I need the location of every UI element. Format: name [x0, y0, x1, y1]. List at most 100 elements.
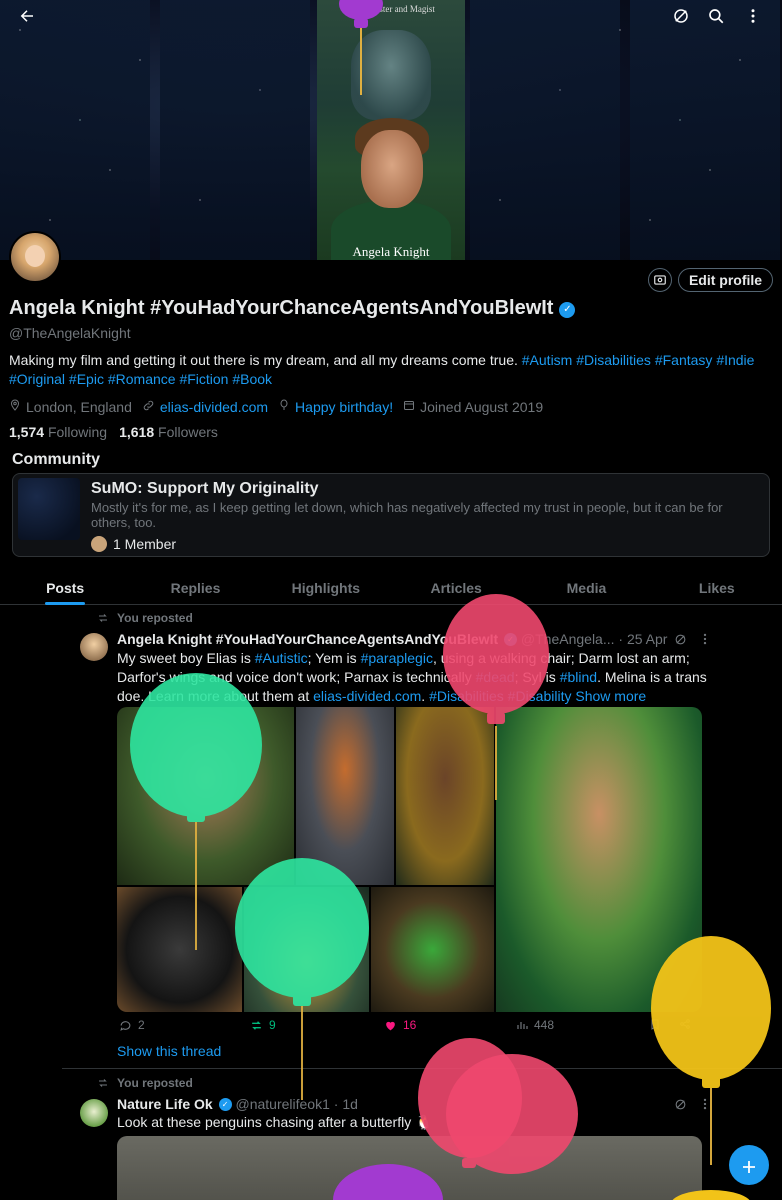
view-count: 448	[534, 1018, 555, 1032]
reply-button[interactable]: 2	[119, 1018, 145, 1032]
verified-badge-icon: ✓	[559, 302, 576, 318]
post-date: · 1d	[333, 1096, 358, 1112]
like-count: 16	[403, 1018, 417, 1032]
repost-indicator: You reposted	[97, 611, 193, 625]
share-button[interactable]	[679, 1018, 691, 1030]
profile-tabs: Posts Replies Highlights Articles Media …	[0, 571, 782, 605]
post-text: Look at these penguins chasing after a b…	[117, 1114, 433, 1130]
media-image-bear[interactable]	[396, 707, 494, 885]
hashtag-link[interactable]: #Disabilities	[576, 352, 651, 368]
bookmark-icon	[651, 1019, 659, 1030]
media-image-elias[interactable]	[117, 707, 294, 885]
hashtag-link[interactable]: #Fantasy	[655, 352, 713, 368]
media-image-fox[interactable]	[296, 707, 394, 885]
profile-name: Angela Knight #YouHadYourChanceAgentsAnd…	[9, 297, 576, 320]
profile-banner[interactable]: Elias Master and Magist Angela Knight	[0, 0, 782, 260]
followers-link[interactable]: 1,618 Followers	[119, 424, 218, 440]
post-link[interactable]: elias-divided.com	[313, 688, 421, 704]
media-image-butterfly[interactable]	[244, 887, 369, 1012]
show-thread-link[interactable]: Show this thread	[117, 1043, 221, 1059]
media-image-snail[interactable]	[371, 887, 494, 1012]
tab-media[interactable]: Media	[521, 571, 651, 604]
community-heading: Community	[12, 451, 100, 468]
hashtag-link[interactable]: #Original	[9, 371, 65, 387]
search-icon[interactable]	[703, 6, 729, 32]
following-label: Following	[47, 424, 108, 440]
post-author-name[interactable]: Nature Life Ok	[117, 1096, 213, 1112]
tab-replies[interactable]: Replies	[130, 571, 260, 604]
heart-icon	[386, 1021, 395, 1030]
profile-meta: London, England elias-divided.com Happy …	[9, 398, 543, 415]
repost-icon	[99, 1079, 107, 1087]
hashtag-link[interactable]: #Epic	[69, 371, 104, 387]
post-author-avatar[interactable]	[80, 1099, 108, 1127]
repost-icon	[99, 614, 107, 622]
location-text: London, England	[26, 398, 132, 415]
post-media-grid[interactable]	[117, 707, 702, 1012]
more-vertical-icon[interactable]	[740, 6, 766, 32]
following-link[interactable]: 1,574 Following	[9, 424, 107, 440]
following-count: 1,574	[9, 424, 45, 440]
show-more-link[interactable]: Show more	[575, 688, 646, 704]
post-text: My sweet boy Elias is #Autistic; Yem is …	[117, 649, 707, 706]
profile-handle: @TheAngelaKnight	[9, 325, 131, 341]
bio-text: Making my film and getting it out there …	[9, 352, 518, 368]
hashtag-link[interactable]: #dead	[476, 669, 515, 685]
hashtag-link[interactable]: #Indie	[716, 352, 754, 368]
post-text-segment: .	[421, 688, 430, 704]
profile-avatar[interactable]	[9, 231, 61, 283]
plus-icon	[743, 1161, 755, 1173]
hashtag-link[interactable]: #Book	[232, 371, 272, 387]
bookmark-button[interactable]	[649, 1018, 661, 1031]
gallery-button[interactable]	[648, 268, 672, 292]
calendar-icon	[403, 399, 415, 414]
tab-likes[interactable]: Likes	[652, 571, 782, 604]
member-avatar	[91, 536, 107, 552]
hashtag-link[interactable]: #Disabilities	[429, 688, 504, 704]
tab-highlights[interactable]: Highlights	[261, 571, 391, 604]
hashtag-link[interactable]: #Romance	[108, 371, 176, 387]
book-cover-image: Elias Master and Magist Angela Knight	[317, 0, 465, 260]
hashtag-link[interactable]: #blind	[560, 669, 597, 685]
community-card[interactable]: SuMO: Support My Originality Mostly it's…	[12, 473, 770, 557]
post-author-avatar[interactable]	[80, 633, 108, 661]
image-gallery-icon	[654, 275, 666, 285]
book-author: Angela Knight	[352, 244, 430, 259]
tab-articles[interactable]: Articles	[391, 571, 521, 604]
compose-post-button[interactable]	[729, 1145, 769, 1185]
media-image-bat[interactable]	[117, 887, 242, 1012]
hashtag-link[interactable]: #Disability	[508, 688, 572, 704]
back-arrow-icon[interactable]	[14, 6, 40, 32]
verified-badge-icon: ✓	[504, 633, 518, 646]
member-count: 1 Member	[113, 536, 177, 552]
repost-button[interactable]: 9	[250, 1018, 276, 1032]
media-image-deer[interactable]	[496, 707, 702, 1012]
post-date: · 25 Apr	[618, 631, 668, 647]
reply-count: 2	[138, 1018, 145, 1032]
post-header: Angela Knight #YouHadYourChanceAgentsAnd…	[117, 631, 667, 647]
like-button[interactable]: 16	[384, 1018, 416, 1032]
verified-badge-icon: ✓	[218, 1098, 232, 1111]
repost-label: You reposted	[117, 611, 193, 625]
post-header: Nature Life Ok ✓ @naturelifeok1 · 1d	[117, 1096, 358, 1112]
tab-posts[interactable]: Posts	[0, 571, 130, 605]
hashtag-link[interactable]: #Autism	[522, 352, 573, 368]
post-author-name[interactable]: Angela Knight #YouHadYourChanceAgentsAnd…	[117, 631, 498, 647]
follow-counts: 1,574 Following 1,618 Followers	[9, 424, 218, 440]
post-video[interactable]	[117, 1136, 702, 1200]
share-icon	[680, 1019, 690, 1029]
joined-text: Joined August 2019	[420, 398, 544, 415]
community-thumbnail	[18, 478, 80, 540]
hashtag-link[interactable]: #Fiction	[179, 371, 228, 387]
hashtag-link[interactable]: #paraplegic	[361, 650, 433, 666]
reply-icon	[120, 1020, 131, 1031]
grok-icon[interactable]	[668, 6, 694, 32]
hashtag-link[interactable]: #Autistic	[255, 650, 308, 666]
community-title: SuMO: Support My Originality	[91, 480, 319, 497]
website-link[interactable]: elias-divided.com	[160, 399, 268, 415]
edit-profile-label: Edit profile	[688, 272, 763, 288]
views-button[interactable]: 448	[516, 1018, 554, 1032]
community-members: 1 Member	[91, 536, 176, 552]
followers-count: 1,618	[119, 424, 155, 440]
edit-profile-button[interactable]: Edit profile	[678, 268, 773, 292]
